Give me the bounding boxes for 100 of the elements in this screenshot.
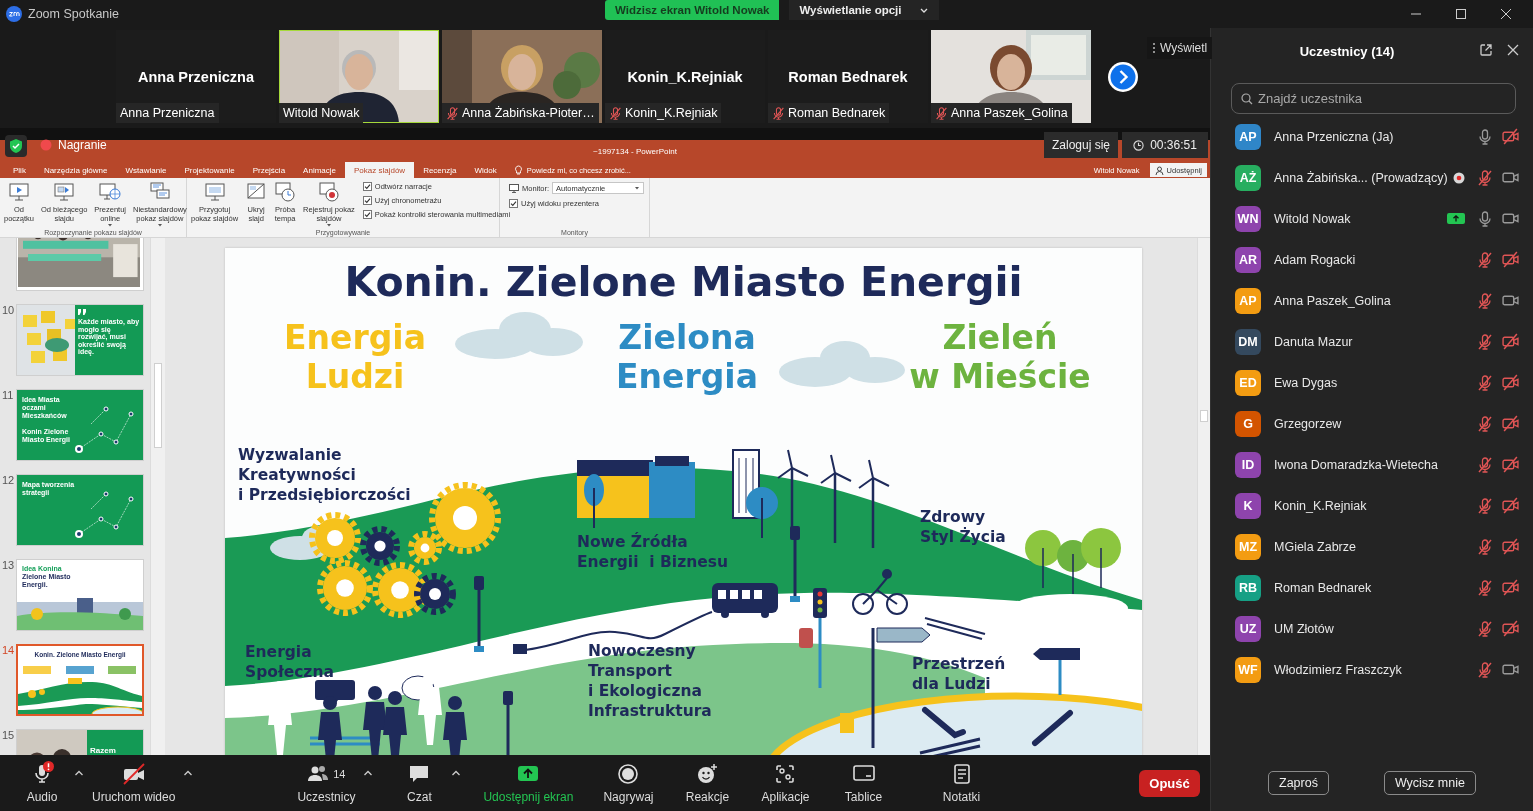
ribbon-tab[interactable]: Animacje: [294, 162, 345, 178]
view-options-button[interactable]: Wyświetlanie opcji: [789, 0, 940, 20]
toolbar-button[interactable]: Notatki: [929, 762, 994, 804]
checkbox[interactable]: [362, 182, 372, 191]
video-tile[interactable]: Anna Żabińska-Pioter…: [442, 30, 602, 123]
avatar: G: [1235, 410, 1261, 437]
participant-name: Witold Nowak: [283, 106, 360, 120]
participant-row[interactable]: AŻ Anna Żabińska... (Prowadzący): [1211, 157, 1533, 198]
participant-name: Anna Przeniczna (Ja): [1274, 129, 1394, 144]
slide-caption: Energia Społeczna: [245, 642, 334, 682]
ribbon-tab[interactable]: Narzędzia główne: [34, 162, 117, 178]
options-caret-button[interactable]: [451, 768, 462, 777]
participant-row[interactable]: AP Anna Przeniczna (Ja): [1211, 116, 1533, 157]
participant-name: Konin_K.Rejniak: [625, 106, 718, 120]
participant-name: Konin_K.Rejniak: [1274, 498, 1367, 513]
participant-row[interactable]: AR Adam Rogacki: [1211, 239, 1533, 280]
slide-heading: Energia Ludzi: [283, 318, 427, 396]
participant-row[interactable]: WF Włodzimierz Fraszczyk: [1211, 649, 1533, 690]
options-caret-button[interactable]: [74, 768, 84, 777]
checkbox[interactable]: [362, 196, 372, 205]
avatar: ID: [1235, 451, 1261, 478]
scrollbar[interactable]: [150, 238, 165, 755]
participant-name: Anna Paszek_Golina: [951, 106, 1068, 120]
ribbon-tab[interactable]: Pokaz slajdów: [345, 162, 415, 178]
smiley-icon: [696, 762, 719, 785]
avatar: AŻ: [1235, 164, 1261, 191]
slide-text: Razem: [90, 746, 117, 755]
participant-name: Adam Rogacki: [1274, 252, 1356, 267]
participant-row[interactable]: AP Anna Paszek_Golina: [1211, 280, 1533, 321]
toolbar-button[interactable]: Reakcje: [675, 762, 740, 804]
video-tile[interactable]: Anna Paszek_Golina: [931, 30, 1091, 123]
options-caret-button[interactable]: [183, 768, 194, 777]
next-page-button[interactable]: [1107, 61, 1139, 93]
toolbar-button[interactable]: Aplikacje: [753, 762, 818, 804]
ribbon-tab[interactable]: Widok: [465, 162, 506, 178]
close-icon[interactable]: [1500, 8, 1512, 20]
toolbar-button[interactable]: 14 Uczestnicy: [289, 762, 364, 804]
record-icon: [317, 181, 340, 203]
apps-icon: [774, 762, 797, 785]
checkbox[interactable]: [509, 199, 518, 208]
ribbon-tab[interactable]: Plik: [4, 162, 35, 178]
slide-thumbnail[interactable]: Razem: [16, 729, 144, 755]
avatar: MZ: [1235, 533, 1261, 560]
video-tile[interactable]: Witold Nowak: [279, 30, 439, 123]
slide-number: 15: [2, 729, 15, 741]
security-shield-icon: [9, 138, 23, 154]
recording-label: Nagranie: [58, 138, 107, 152]
leave-button[interactable]: Opuść: [1139, 769, 1200, 797]
ribbon-tab[interactable]: Przejścia: [243, 162, 295, 178]
toolbar-button[interactable]: Uruchom wideo: [84, 762, 184, 804]
participant-row[interactable]: K Konin_K.Rejniak: [1211, 485, 1533, 526]
globe-screen-icon: [99, 181, 122, 203]
avatar: RB: [1235, 574, 1261, 601]
panel-button[interactable]: Zaproś: [1268, 771, 1329, 795]
checkbox[interactable]: [362, 210, 372, 219]
participant-row[interactable]: RB Roman Bednarek: [1211, 567, 1533, 608]
options-caret-button[interactable]: [363, 768, 374, 777]
view-button[interactable]: Wyświetl: [1147, 37, 1213, 59]
document-title: ~1997134 - PowerPoint: [592, 146, 677, 156]
toolbar-button[interactable]: Udostępnij ekran: [475, 762, 582, 804]
participant-name: Witold Nowak: [1274, 211, 1351, 226]
timer-text: 00:36:51: [1150, 138, 1197, 152]
participant-row[interactable]: WN Witold Nowak: [1211, 198, 1533, 239]
participant-name: Konin_K.Rejniak: [627, 68, 743, 85]
participant-name: Iwona Domaradzka-Wietecha: [1274, 457, 1438, 472]
quote-icon: [78, 309, 86, 315]
scrollbar[interactable]: [1197, 238, 1210, 755]
participant-name: Anna Paszek_Golina: [1274, 293, 1391, 308]
ribbon-tab[interactable]: Projektowanie: [175, 162, 244, 178]
screen-share-notice: Widzisz ekran Witold Nowak: [605, 0, 780, 20]
participant-row[interactable]: ED Ewa Dygas: [1211, 362, 1533, 403]
toolbar-button[interactable]: Czat: [387, 762, 452, 804]
search-field[interactable]: Znajdź uczestnika: [1231, 83, 1516, 114]
sign-in-button[interactable]: Zaloguj się: [1044, 132, 1119, 158]
slide-heading: Zieleń w Mieście: [908, 318, 1092, 396]
avatar: AR: [1235, 246, 1261, 273]
participant-name: Ewa Dygas: [1274, 375, 1338, 390]
participant-row[interactable]: MZ MGiela Zabrze: [1211, 526, 1533, 567]
search-icon: [1241, 93, 1253, 105]
pop-out-icon[interactable]: [1479, 43, 1493, 57]
ribbon-tab[interactable]: Recenzja: [414, 162, 466, 178]
avatar: DM: [1235, 328, 1261, 355]
participant-row[interactable]: ID Iwona Domaradzka-Wietecha: [1211, 444, 1533, 485]
slide-number: 13: [2, 559, 15, 571]
avatar: WF: [1235, 656, 1261, 683]
participant-name: Roman Bednarek: [788, 106, 886, 120]
toolbar-button[interactable]: Audio: [10, 762, 74, 804]
ribbon-tab[interactable]: Wstawianie: [116, 162, 176, 178]
slide-caption: Nowe Źródła Energii i Biznesu: [577, 532, 728, 572]
maximize-icon[interactable]: [1455, 8, 1467, 20]
toolbar-button[interactable]: Tablice: [831, 762, 896, 804]
close-icon[interactable]: [1507, 44, 1519, 56]
participant-row[interactable]: G Grzegorzew: [1211, 403, 1533, 444]
panel-button[interactable]: Wycisz mnie: [1383, 771, 1476, 795]
participant-row[interactable]: UZ UM Złotów: [1211, 608, 1533, 649]
toolbar-button[interactable]: Nagrywaj: [595, 762, 662, 804]
grip-icon: [1152, 42, 1156, 54]
slide-number: 14: [2, 644, 15, 656]
participant-row[interactable]: DM Danuta Mazur: [1211, 321, 1533, 362]
slide-heading: Zielona Energia: [615, 318, 759, 396]
